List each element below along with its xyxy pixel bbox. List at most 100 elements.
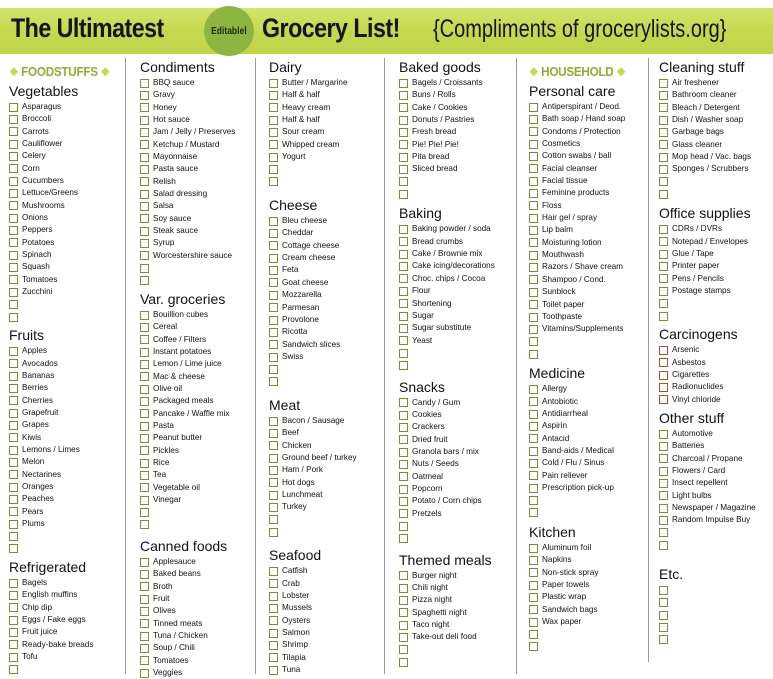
checkbox[interactable] [659, 382, 668, 392]
checkbox[interactable] [529, 250, 538, 260]
checkbox[interactable] [399, 336, 408, 346]
checkbox[interactable] [9, 532, 18, 542]
checkbox[interactable] [659, 635, 668, 645]
checkbox[interactable] [659, 610, 668, 620]
list-item[interactable]: Oranges [9, 481, 123, 493]
list-item[interactable]: Tea [140, 469, 253, 481]
checkbox[interactable] [269, 377, 278, 387]
list-item[interactable]: Oatmeal [399, 471, 514, 483]
checkbox[interactable] [269, 364, 278, 374]
checkbox[interactable] [529, 483, 538, 493]
checkbox[interactable] [529, 421, 538, 431]
list-item[interactable]: Radionuclides [659, 381, 773, 393]
checkbox[interactable] [659, 115, 668, 125]
checkbox[interactable] [9, 371, 18, 381]
list-item[interactable]: Jam / Jelly / Preserves [140, 126, 253, 138]
checkbox[interactable] [529, 446, 538, 456]
checkbox[interactable] [399, 140, 408, 150]
checkbox[interactable] [269, 303, 278, 313]
checkbox[interactable] [140, 276, 149, 286]
checkbox[interactable] [269, 78, 278, 88]
list-item[interactable]: Bagels / Croissants [399, 77, 514, 89]
checkbox[interactable] [9, 359, 18, 369]
list-item[interactable]: Pasta sauce [140, 163, 253, 175]
list-item[interactable]: Arsenic [659, 344, 773, 356]
list-item[interactable]: Insect repellent [659, 477, 773, 489]
list-item[interactable]: Bleach / Detergent [659, 102, 773, 114]
checkbox[interactable] [659, 478, 668, 488]
checkbox[interactable] [269, 177, 278, 187]
checkbox[interactable] [269, 453, 278, 463]
blank-list-item[interactable] [140, 262, 253, 274]
list-item[interactable]: Beef [269, 427, 382, 439]
checkbox[interactable] [140, 470, 149, 480]
list-item[interactable]: Potatoes [9, 237, 123, 249]
checkbox[interactable] [140, 335, 149, 345]
list-item[interactable]: Half & half [269, 89, 382, 101]
checkbox[interactable] [9, 494, 18, 504]
checkbox[interactable] [269, 103, 278, 113]
checkbox[interactable] [9, 482, 18, 492]
blank-list-item[interactable] [529, 336, 646, 348]
checkbox[interactable] [9, 408, 18, 418]
checkbox[interactable] [399, 596, 408, 606]
checkbox[interactable] [269, 278, 278, 288]
list-item[interactable]: Baked beans [140, 568, 253, 580]
checkbox[interactable] [529, 312, 538, 322]
list-item[interactable]: Peaches [9, 493, 123, 505]
list-item[interactable]: Olive oil [140, 383, 253, 395]
checkbox[interactable] [529, 300, 538, 310]
checkbox[interactable] [140, 103, 149, 113]
checkbox[interactable] [399, 410, 408, 420]
checkbox[interactable] [140, 458, 149, 468]
blank-list-item[interactable] [140, 506, 253, 518]
list-item[interactable]: Steak sauce [140, 225, 253, 237]
list-item[interactable]: Flour [399, 285, 514, 297]
list-item[interactable]: Ground beef / turkey [269, 452, 382, 464]
list-item[interactable]: Mac & cheese [140, 371, 253, 383]
blank-list-item[interactable] [9, 543, 123, 555]
list-item[interactable]: Sponges / Scrubbers [659, 163, 773, 175]
checkbox[interactable] [140, 226, 149, 236]
list-item[interactable]: Lip balm [529, 224, 646, 236]
list-item[interactable]: Antobiotic [529, 396, 646, 408]
list-item[interactable]: Worcestershire sauce [140, 250, 253, 262]
list-item[interactable]: Catfish [269, 565, 382, 577]
list-item[interactable]: Band-aids / Medical [529, 445, 646, 457]
checkbox[interactable] [659, 598, 668, 608]
checkbox[interactable] [269, 527, 278, 537]
checkbox[interactable] [529, 226, 538, 236]
checkbox[interactable] [269, 567, 278, 577]
list-item[interactable]: Lemons / Limes [9, 444, 123, 456]
list-item[interactable]: Whipped cream [269, 139, 382, 151]
list-item[interactable]: Squash [9, 261, 123, 273]
list-item[interactable]: Take-out deli food [399, 631, 514, 643]
list-item[interactable]: Ready-bake breads [9, 639, 123, 651]
list-item[interactable]: Grapes [9, 419, 123, 431]
checkbox[interactable] [269, 515, 278, 525]
list-item[interactable]: Tuna [269, 664, 382, 676]
checkbox[interactable] [399, 286, 408, 296]
list-item[interactable]: Hot sauce [140, 114, 253, 126]
checkbox[interactable] [399, 398, 408, 408]
list-item[interactable]: Mop head / Vac. bags [659, 151, 773, 163]
checkbox[interactable] [399, 422, 408, 432]
blank-list-item[interactable] [9, 299, 123, 311]
checkbox[interactable] [269, 315, 278, 325]
checkbox[interactable] [140, 570, 149, 580]
list-item[interactable]: Cake / Brownie mix [399, 248, 514, 260]
list-item[interactable]: Oysters [269, 615, 382, 627]
list-item[interactable]: Salmon [269, 627, 382, 639]
list-item[interactable]: Sliced bread [399, 163, 514, 175]
checkbox[interactable] [9, 152, 18, 162]
list-item[interactable]: Cigarettes [659, 369, 773, 381]
checkbox[interactable] [9, 544, 18, 554]
blank-list-item[interactable] [399, 532, 514, 544]
list-item[interactable]: Notepad / Envelopes [659, 236, 773, 248]
list-item[interactable]: Cake / Cookies [399, 102, 514, 114]
checkbox[interactable] [269, 91, 278, 101]
checkbox[interactable] [659, 286, 668, 296]
checkbox[interactable] [140, 239, 149, 249]
list-item[interactable]: Tomatoes [140, 655, 253, 667]
list-item[interactable]: Hot dogs [269, 477, 382, 489]
